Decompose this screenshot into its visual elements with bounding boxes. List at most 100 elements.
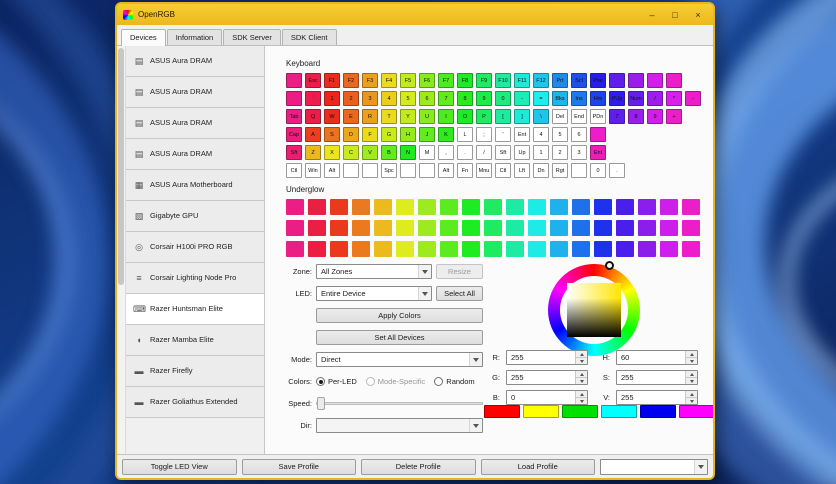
keyboard-led-f3[interactable]: F3	[362, 73, 378, 88]
keyboard-led-f[interactable]: F	[362, 127, 378, 142]
keyboard-led-4[interactable]: 4	[381, 91, 397, 106]
keyboard-led-ent[interactable]: Ent	[590, 145, 606, 160]
v-value-input[interactable]: 255	[616, 390, 698, 405]
keyboard-led-blank[interactable]: -	[685, 91, 701, 106]
keyboard-led-i[interactable]: I	[438, 109, 454, 124]
keyboard-led-pse[interactable]: Pse	[590, 73, 606, 88]
keyboard-led-end[interactable]: End	[571, 109, 587, 124]
g-value-input[interactable]: 255	[506, 370, 588, 385]
keyboard-led-r[interactable]: R	[362, 109, 378, 124]
zone-select[interactable]: All Zones	[316, 264, 432, 279]
underglow-led-r2c9[interactable]	[462, 220, 480, 236]
keyboard-led-0[interactable]: 0	[590, 163, 606, 178]
underglow-led-r3c11[interactable]	[506, 241, 524, 257]
device-list-scrollbar[interactable]	[117, 46, 126, 454]
keyboard-led-7[interactable]: 7	[438, 91, 454, 106]
set-all-devices-button[interactable]: Set All Devices	[316, 330, 483, 345]
keyboard-led-num[interactable]: Num	[628, 91, 644, 106]
keyboard-led-h[interactable]: H	[400, 127, 416, 142]
keyboard-led-y[interactable]: Y	[400, 109, 416, 124]
keyboard-led-ctl[interactable]: Ctl	[286, 163, 302, 178]
color-swatch-5[interactable]	[640, 405, 676, 418]
keyboard-led-t[interactable]: T	[381, 109, 397, 124]
keyboard-led-r1c20[interactable]	[647, 73, 663, 88]
keyboard-led-5[interactable]: 5	[400, 91, 416, 106]
device-tab-corsair-h100i-pro-rgb[interactable]: ◎ Corsair H100i PRO RGB	[126, 232, 264, 263]
keyboard-led-8[interactable]: 8	[628, 109, 644, 124]
underglow-led-r1c9[interactable]	[462, 199, 480, 215]
device-tab-razer-huntsman-elite[interactable]: ⌨ Razer Huntsman Elite	[126, 294, 264, 325]
underglow-led-r3c1[interactable]	[286, 241, 304, 257]
keyboard-led-prt[interactable]: Prt	[552, 73, 568, 88]
keyboard-led-rgt[interactable]: Rgt	[552, 163, 568, 178]
keyboard-led-r2c1[interactable]	[286, 91, 302, 106]
underglow-led-r1c15[interactable]	[594, 199, 612, 215]
keyboard-led-del[interactable]: Del	[552, 109, 568, 124]
keyboard-led-lft[interactable]: Lft	[514, 163, 530, 178]
keyboard-led-m[interactable]: M	[419, 145, 435, 160]
keyboard-led-blank[interactable]: .	[609, 163, 625, 178]
toggle-led-view-button[interactable]: Toggle LED View	[122, 458, 237, 475]
mode-select[interactable]: Direct	[316, 352, 483, 367]
keyboard-led-cap[interactable]: Cap	[286, 127, 302, 142]
keyboard-led-r6c8[interactable]	[419, 163, 435, 178]
keyboard-led-blank[interactable]: `	[305, 91, 321, 106]
keyboard-led-j[interactable]: J	[419, 127, 435, 142]
radio-mode-specific[interactable]: Mode-Specific	[365, 377, 425, 386]
underglow-led-r3c10[interactable]	[484, 241, 502, 257]
spin-down-button[interactable]	[576, 358, 587, 364]
underglow-led-r2c5[interactable]	[374, 220, 392, 236]
underglow-led-r3c3[interactable]	[330, 241, 348, 257]
underglow-led-r3c15[interactable]	[594, 241, 612, 257]
color-swatch-1[interactable]	[484, 405, 520, 418]
device-tab-razer-firefly[interactable]: ▬ Razer Firefly	[126, 356, 264, 387]
load-profile-button[interactable]: Load Profile	[480, 458, 595, 475]
keyboard-led-f10[interactable]: F10	[495, 73, 511, 88]
keyboard-led-s[interactable]: S	[324, 127, 340, 142]
keyboard-led-blank[interactable]: ,	[438, 145, 454, 160]
hue-marker[interactable]	[605, 261, 614, 270]
profile-select[interactable]	[600, 458, 708, 475]
keyboard-led-w[interactable]: W	[324, 109, 340, 124]
underglow-led-r2c1[interactable]	[286, 220, 304, 236]
keyboard-led-z[interactable]: Z	[305, 145, 321, 160]
device-tab-razer-goliathus-extended[interactable]: ▬ Razer Goliathus Extended	[126, 387, 264, 418]
maximize-button[interactable]: □	[666, 7, 684, 22]
underglow-led-r3c2[interactable]	[308, 241, 326, 257]
underglow-led-r1c13[interactable]	[550, 199, 568, 215]
keyboard-led-5[interactable]: 5	[552, 127, 568, 142]
underglow-led-r3c7[interactable]	[418, 241, 436, 257]
tab-sdk-client[interactable]: SDK Client	[281, 29, 337, 45]
spin-down-button[interactable]	[576, 398, 587, 404]
keyboard-led-fn[interactable]: Fn	[457, 163, 473, 178]
keyboard-led-blank[interactable]: .	[457, 145, 473, 160]
color-swatch-6[interactable]	[679, 405, 713, 418]
underglow-led-r2c11[interactable]	[506, 220, 524, 236]
keyboard-led-bks[interactable]: Bks	[552, 91, 568, 106]
keyboard-led-u[interactable]: U	[419, 109, 435, 124]
color-picker[interactable]	[548, 261, 640, 356]
keyboard-led-tab[interactable]: Tab	[286, 109, 302, 124]
underglow-led-r3c14[interactable]	[572, 241, 590, 257]
keyboard-led-9[interactable]: 9	[476, 91, 492, 106]
keyboard-led-blank[interactable]: *	[666, 91, 682, 106]
device-tab-asus-aura-dram[interactable]: ▤ ASUS Aura DRAM	[126, 46, 264, 77]
underglow-led-r3c19[interactable]	[682, 241, 700, 257]
keyboard-led-blank[interactable]: ]	[514, 109, 530, 124]
keyboard-led-r6c7[interactable]	[400, 163, 416, 178]
keyboard-led-f8[interactable]: F8	[457, 73, 473, 88]
keyboard-led-1[interactable]: 1	[324, 91, 340, 106]
apply-colors-button[interactable]: Apply Colors	[316, 308, 483, 323]
tab-sdk-server[interactable]: SDK Server	[223, 29, 281, 45]
keyboard-led-v[interactable]: V	[362, 145, 378, 160]
keyboard-led-scl[interactable]: Scl	[571, 73, 587, 88]
keyboard-led-3[interactable]: 3	[571, 145, 587, 160]
keyboard-led-r6c4[interactable]	[343, 163, 359, 178]
keyboard-led-alt[interactable]: Alt	[324, 163, 340, 178]
underglow-led-r2c19[interactable]	[682, 220, 700, 236]
keyboard-led-k[interactable]: K	[438, 127, 454, 142]
spin-up-button[interactable]	[686, 391, 697, 398]
keyboard-led-r1c21[interactable]	[666, 73, 682, 88]
speed-slider[interactable]	[316, 396, 483, 411]
slider-thumb[interactable]	[317, 397, 325, 410]
